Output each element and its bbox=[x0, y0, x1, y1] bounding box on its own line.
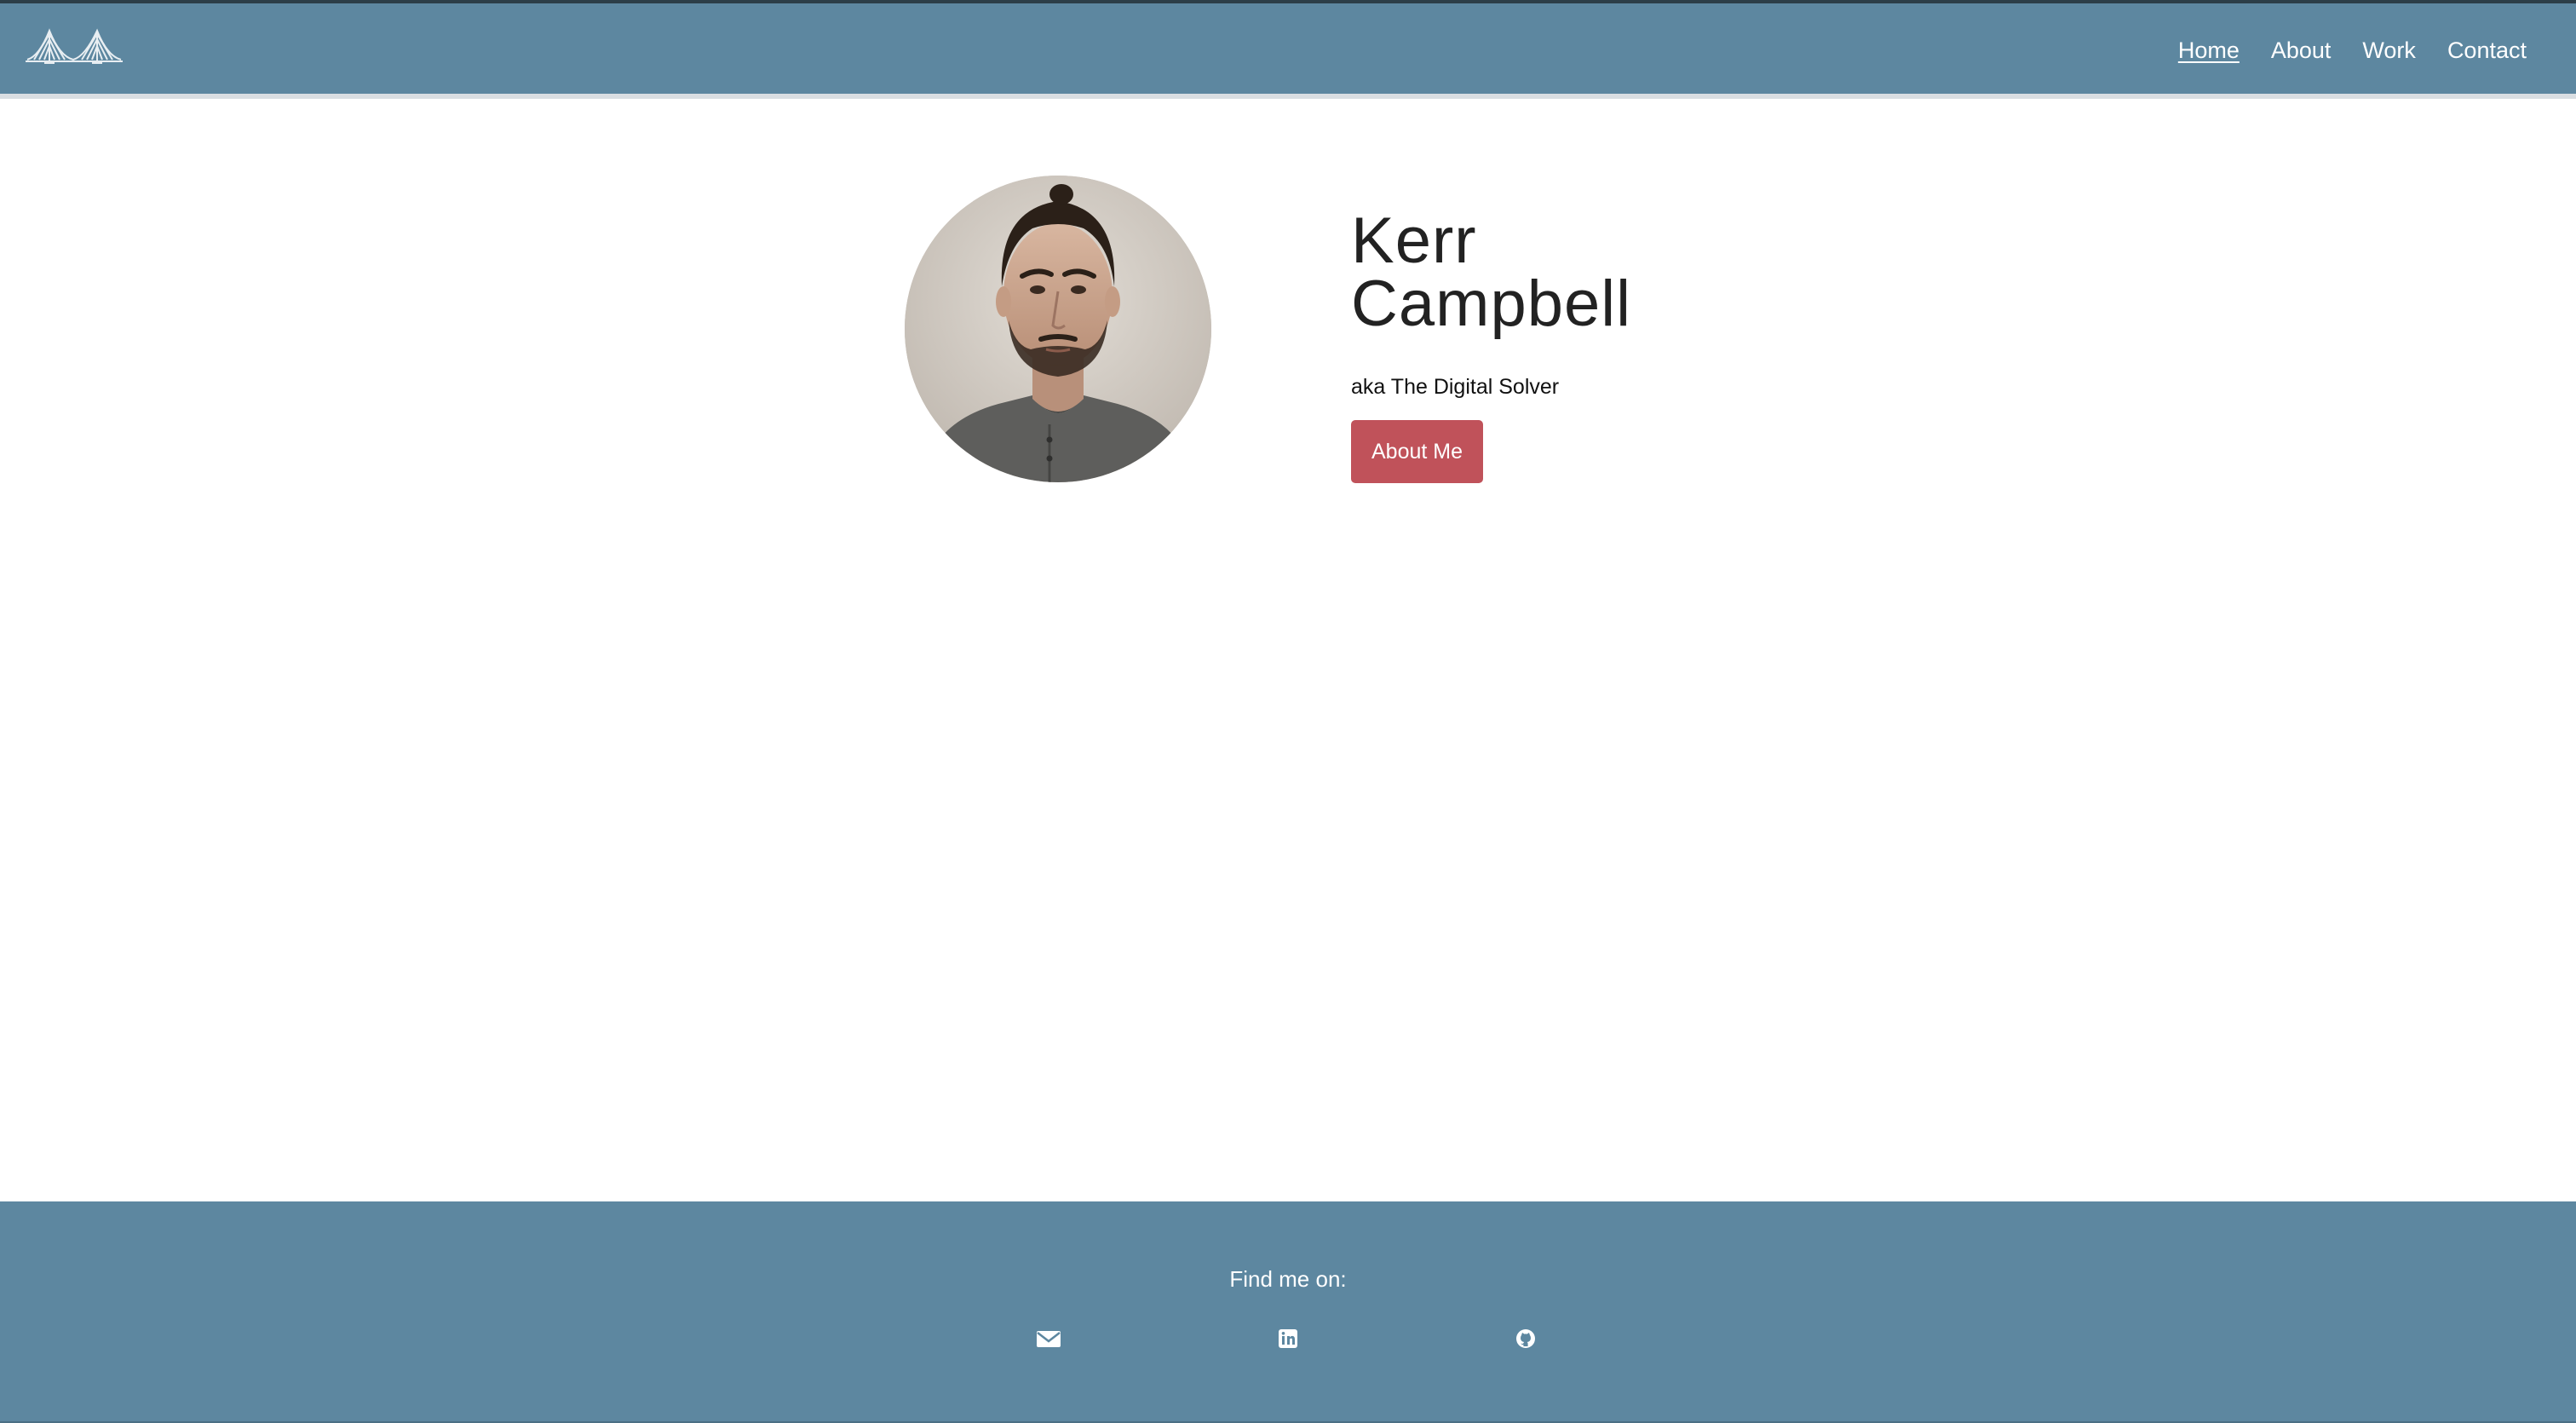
hero-name: Kerr Campbell bbox=[1351, 209, 1631, 337]
nav-contact-link[interactable]: Contact bbox=[2447, 36, 2527, 65]
bridge-logo-icon[interactable] bbox=[26, 26, 123, 66]
nav-work-link[interactable]: Work bbox=[2362, 36, 2416, 65]
linkedin-icon[interactable] bbox=[1275, 1326, 1301, 1351]
nav-about-link[interactable]: About bbox=[2271, 36, 2332, 65]
about-me-button[interactable]: About Me bbox=[1351, 420, 1484, 483]
nav-home-link[interactable]: Home bbox=[2178, 36, 2240, 65]
github-icon[interactable] bbox=[1513, 1326, 1538, 1351]
hero-tagline: aka The Digital Solver bbox=[1351, 375, 1560, 399]
header-divider bbox=[0, 94, 2576, 99]
site-footer: Find me on: bbox=[0, 1201, 2576, 1421]
page: Home About Work Contact Kerr Campbell ak… bbox=[0, 0, 2576, 1423]
mail-icon[interactable] bbox=[1036, 1326, 1061, 1351]
profile-photo bbox=[905, 176, 1211, 482]
hero-content: Kerr Campbell aka The Digital Solver Abo… bbox=[1351, 209, 1631, 483]
main-nav: Home About Work Contact bbox=[2147, 36, 2527, 65]
last-name: Campbell bbox=[1351, 268, 1632, 340]
footer-title: Find me on: bbox=[1229, 1266, 1347, 1292]
site-header: Home About Work Contact bbox=[0, 3, 2576, 94]
first-name: Kerr bbox=[1351, 205, 1477, 277]
